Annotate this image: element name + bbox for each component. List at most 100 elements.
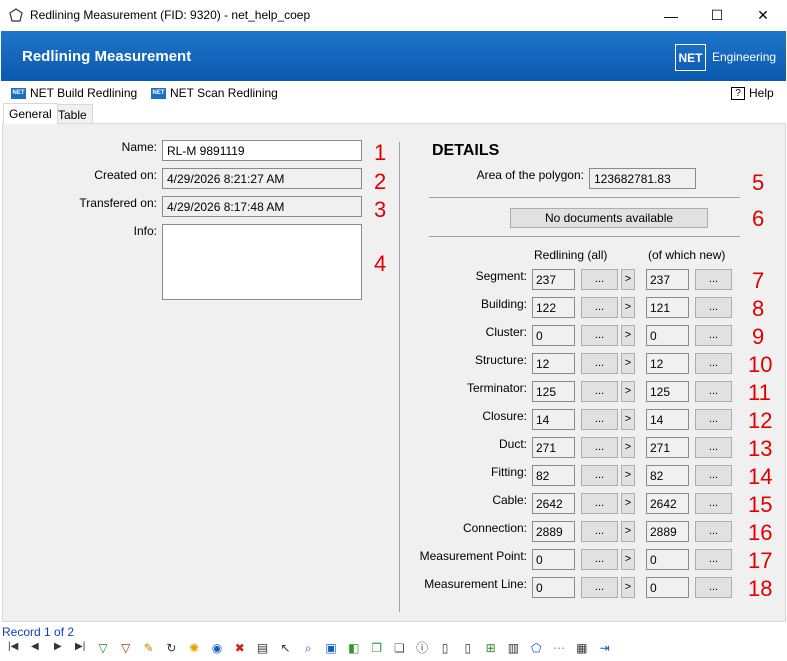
transfered-on-field: 4/29/2026 8:17:48 AM	[162, 196, 362, 217]
maximize-button[interactable]: ☐	[694, 0, 740, 31]
value-all-field: 12	[532, 353, 575, 374]
browse-new-button[interactable]: ...	[695, 353, 732, 374]
browse-all-button[interactable]: ...	[581, 577, 618, 598]
show-arrow-button[interactable]: >	[621, 493, 635, 514]
browse-new-button[interactable]: ...	[695, 521, 732, 542]
select-icon[interactable]: ↖	[278, 641, 292, 655]
page-icon[interactable]: ▯	[461, 641, 475, 655]
tab-table[interactable]: Table	[52, 104, 93, 124]
value-all-field: 0	[532, 549, 575, 570]
filter-remove-icon[interactable]: ▽	[119, 641, 133, 655]
globe-icon[interactable]: ◉	[210, 641, 224, 655]
show-arrow-button[interactable]: >	[621, 577, 635, 598]
net-scan-icon: NET	[151, 87, 166, 99]
row-label: Measurement Line:	[424, 577, 527, 591]
show-arrow-button[interactable]: >	[621, 465, 635, 486]
select-box-icon[interactable]: ▣	[324, 641, 338, 655]
row-label: Cable:	[492, 493, 527, 507]
tab-general[interactable]: General	[3, 103, 58, 124]
zoom-icon[interactable]: ⌕	[301, 641, 315, 655]
pencil-icon[interactable]: ✎	[142, 641, 156, 655]
browse-new-button[interactable]: ...	[695, 493, 732, 514]
browse-new-button[interactable]: ...	[695, 437, 732, 458]
browse-all-button[interactable]: ...	[581, 325, 618, 346]
help-button[interactable]: ? Help	[731, 86, 774, 100]
connect-icon[interactable]: ⋯	[552, 641, 566, 655]
browse-new-button[interactable]: ...	[695, 297, 732, 318]
show-arrow-button[interactable]: >	[621, 409, 635, 430]
name-input[interactable]: RL-M 9891119	[162, 140, 362, 161]
browse-new-button[interactable]: ...	[695, 577, 732, 598]
show-arrow-button[interactable]: >	[621, 297, 635, 318]
value-all-field: 2889	[532, 521, 575, 542]
value-new-field: 2642	[646, 493, 689, 514]
area-label: Area of the polygon:	[476, 168, 584, 182]
callout-number: 18	[748, 576, 773, 601]
value-all-field: 122	[532, 297, 575, 318]
row-label: Duct:	[498, 437, 527, 451]
net-scan-redlining-button[interactable]: NET NET Scan Redlining	[151, 86, 278, 100]
pentagon-icon[interactable]: ⬠	[529, 641, 543, 655]
row-label: Terminator:	[466, 381, 527, 395]
browse-new-button[interactable]: ...	[695, 381, 732, 402]
info-icon[interactable]: ⓘ	[415, 641, 429, 655]
callout-number: 7	[752, 268, 765, 293]
sun-icon[interactable]: ✺	[187, 641, 201, 655]
callout-number: 13	[748, 436, 773, 461]
browse-new-button[interactable]: ...	[695, 549, 732, 570]
show-arrow-button[interactable]: >	[621, 269, 635, 290]
help-icon: ?	[731, 86, 745, 100]
value-new-field: 82	[646, 465, 689, 486]
net-build-label: NET Build Redlining	[30, 86, 138, 100]
browse-new-button[interactable]: ...	[695, 269, 732, 290]
report-icon[interactable]: ▥	[506, 641, 520, 655]
browse-all-button[interactable]: ...	[581, 409, 618, 430]
browse-all-button[interactable]: ...	[581, 549, 618, 570]
browse-all-button[interactable]: ...	[581, 381, 618, 402]
documents-button[interactable]: No documents available	[510, 208, 708, 228]
value-new-field: 12	[646, 353, 689, 374]
browse-all-button[interactable]: ...	[581, 465, 618, 486]
info-textarea[interactable]	[162, 224, 362, 300]
refresh-icon[interactable]: ↻	[164, 641, 178, 655]
details-heading: DETAILS	[432, 142, 500, 159]
browse-all-button[interactable]: ...	[581, 353, 618, 374]
net-scan-label: NET Scan Redlining	[170, 86, 278, 100]
browse-new-button[interactable]: ...	[695, 465, 732, 486]
shape-icon[interactable]: ◧	[347, 641, 361, 655]
browse-new-button[interactable]: ...	[695, 409, 732, 430]
show-arrow-button[interactable]: >	[621, 381, 635, 402]
row-label: Fitting:	[490, 465, 527, 479]
browse-all-button[interactable]: ...	[581, 493, 618, 514]
value-new-field: 0	[646, 577, 689, 598]
delete-icon[interactable]: ✖	[233, 641, 247, 655]
copy-icon[interactable]: ❐	[370, 641, 384, 655]
browse-all-button[interactable]: ...	[581, 521, 618, 542]
show-arrow-button[interactable]: >	[621, 353, 635, 374]
show-arrow-button[interactable]: >	[621, 325, 635, 346]
show-arrow-button[interactable]: >	[621, 437, 635, 458]
previous-record-icon[interactable]: ◀	[31, 641, 39, 652]
layers-icon[interactable]: ❏	[392, 641, 406, 655]
browse-all-button[interactable]: ...	[581, 437, 618, 458]
print-icon[interactable]: ▤	[256, 641, 270, 655]
next-record-icon[interactable]: ▶	[54, 641, 62, 652]
browse-new-button[interactable]: ...	[695, 325, 732, 346]
first-record-icon[interactable]: |◀	[8, 641, 18, 652]
show-arrow-button[interactable]: >	[621, 549, 635, 570]
minimize-button[interactable]: —	[648, 0, 694, 31]
callout-number: 8	[752, 296, 765, 321]
browse-all-button[interactable]: ...	[581, 269, 618, 290]
show-arrow-button[interactable]: >	[621, 521, 635, 542]
tab-strip: General Table	[1, 103, 786, 124]
table-icon[interactable]: ▦	[575, 641, 589, 655]
add-document-icon[interactable]: ⊞	[484, 641, 498, 655]
browse-all-button[interactable]: ...	[581, 297, 618, 318]
document-icon[interactable]: ▯	[438, 641, 452, 655]
net-build-redlining-button[interactable]: NET NET Build Redlining	[11, 86, 137, 100]
last-record-icon[interactable]: ▶|	[75, 641, 85, 652]
filter-add-icon[interactable]: ▽	[96, 641, 110, 655]
exit-icon[interactable]: ⇥	[598, 641, 612, 655]
callout-number: 5	[752, 170, 765, 195]
close-button[interactable]: ✕	[740, 0, 786, 31]
